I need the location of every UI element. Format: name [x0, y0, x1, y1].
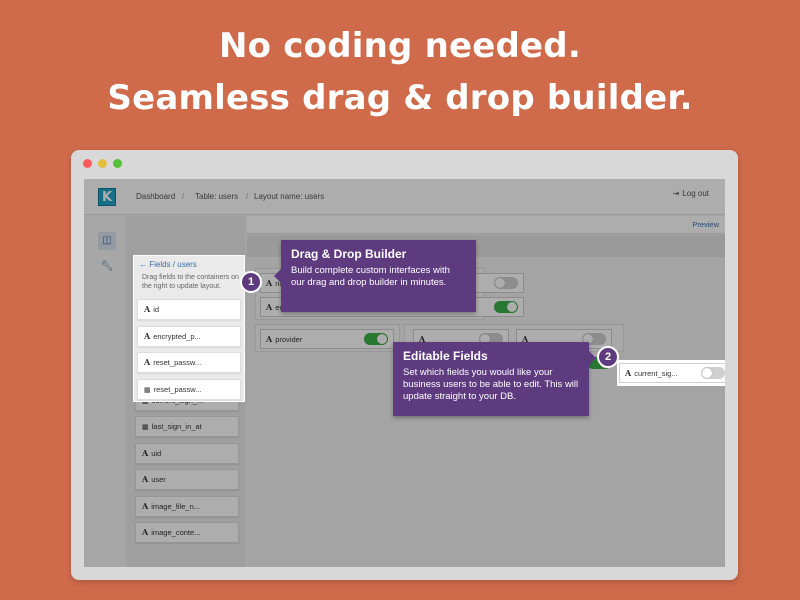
text-field-icon: A	[144, 304, 151, 314]
maximize-window-button[interactable]	[113, 159, 122, 168]
text-field-icon: A	[144, 357, 151, 367]
field-label: id	[153, 305, 160, 314]
calendar-icon: ▦	[144, 385, 151, 394]
step-badge-2: 2	[597, 346, 619, 368]
tooltip-title: Editable Fields	[403, 349, 488, 363]
app-viewport: K Dashboard / Table: users / Layout name…	[84, 179, 725, 567]
layout-field-cell[interactable]: Acurrent_sig...	[619, 363, 725, 383]
field-item[interactable]: Aencrypted_p...	[137, 325, 241, 347]
tooltip-body: Build complete custom interfaces with ou…	[291, 265, 450, 288]
field-item[interactable]: ▦ reset_passw...	[137, 378, 241, 400]
text-field-icon: A	[144, 330, 151, 341]
fields-panel-description: Drag fields to the containers on the rig…	[142, 274, 239, 290]
tooltip-editable-fields: Editable Fields Set which fields you wou…	[393, 342, 589, 416]
step-badge-1: 1	[240, 271, 262, 293]
highlighted-field-cell[interactable]: Acurrent_sig...	[619, 362, 725, 384]
tooltip-pointer	[589, 351, 596, 365]
field-item[interactable]: Areset_passw...	[137, 352, 241, 373]
tooltip-body: Set which fields you would like your bus…	[403, 367, 579, 402]
fields-panel-header[interactable]: ← Fields / users	[139, 260, 197, 269]
editable-toggle[interactable]	[701, 367, 725, 379]
highlighted-fields-panel: ← Fields / users Drag fields to the cont…	[134, 256, 244, 401]
headline-line-1: No coding needed.	[219, 26, 581, 66]
text-field-icon: A	[625, 368, 632, 378]
minimize-window-button[interactable]	[98, 159, 107, 168]
cell-label: current_sig...	[634, 369, 678, 378]
tooltip-drag-drop: Drag & Drop Builder Build complete custo…	[281, 240, 476, 312]
headline-line-2: Seamless drag & drop builder.	[107, 78, 693, 118]
field-label: reset_passw...	[153, 358, 202, 367]
tooltip-pointer	[274, 269, 281, 283]
field-label: reset_passw...	[153, 384, 202, 394]
field-label: encrypted_p...	[153, 331, 201, 341]
field-item[interactable]: Aid	[137, 299, 241, 320]
fields-panel-title: Fields / users	[149, 260, 197, 269]
browser-window: K Dashboard / Table: users / Layout name…	[71, 150, 738, 580]
back-arrow-icon[interactable]: ←	[139, 260, 147, 269]
close-window-button[interactable]	[83, 159, 92, 168]
tooltip-title: Drag & Drop Builder	[291, 247, 407, 261]
